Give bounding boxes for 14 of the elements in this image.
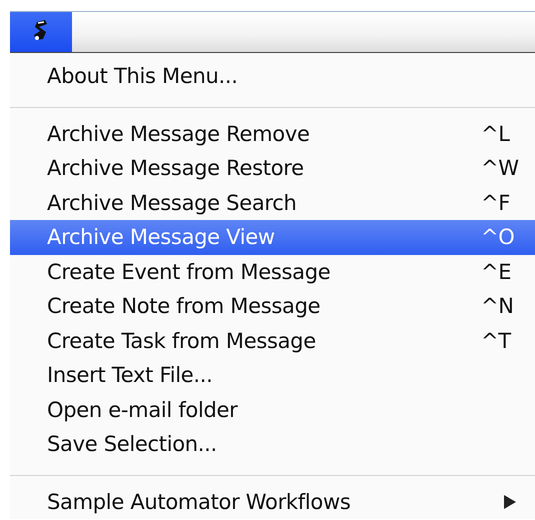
menu-item[interactable]: Sample Automator Workflows <box>10 484 535 519</box>
menu-item[interactable]: Insert Text File... <box>10 358 535 392</box>
script-menu-item[interactable] <box>10 12 72 52</box>
menu-item[interactable]: Archive Message Restore ^W <box>10 151 535 186</box>
menu-item[interactable]: Archive Message Search ^F <box>10 186 535 220</box>
menu-item[interactable]: Save Selection... <box>10 427 535 462</box>
menu-item[interactable]: Create Note from Message ^N <box>10 289 535 324</box>
menu-item[interactable]: Archive Message View ^O <box>10 220 535 254</box>
menu-item[interactable]: Create Event from Message ^E <box>10 254 535 289</box>
menu-item[interactable]: Archive Message Remove ^L <box>10 116 535 151</box>
menu-item[interactable]: Create Task from Message ^T <box>10 324 535 358</box>
menu-item[interactable]: Open e-mail folder <box>10 392 535 427</box>
menu-item[interactable]: About This Menu... <box>10 59 535 94</box>
submenu-arrow-icon <box>503 494 517 510</box>
